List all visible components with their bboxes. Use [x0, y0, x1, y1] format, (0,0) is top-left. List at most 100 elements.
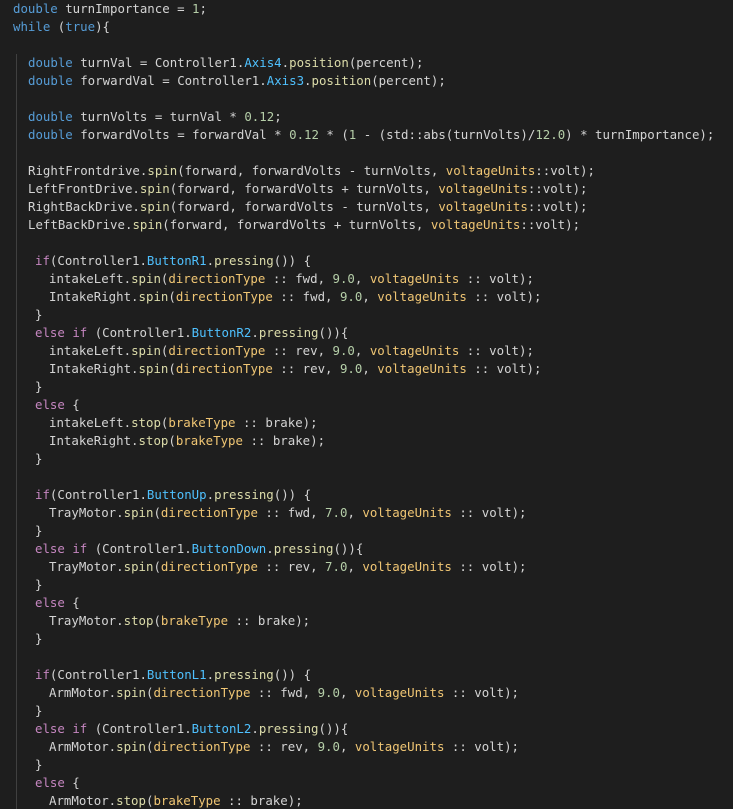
code-line[interactable]: } — [35, 630, 42, 648]
code-token: double — [13, 1, 58, 16]
code-token: :: fwd, — [265, 271, 333, 286]
code-line[interactable]: RightBackDrive.spin(forward, forwardVolt… — [28, 198, 588, 216]
code-token: voltageUnits — [362, 505, 452, 520]
code-token: . — [206, 667, 215, 682]
code-token: voltageUnits — [354, 739, 445, 754]
code-line[interactable]: intakeLeft.spin(directionType :: rev, 9.… — [49, 342, 534, 360]
code-line[interactable]: else if (Controller1.ButtonDown.pressing… — [35, 540, 363, 558]
code-line[interactable]: if(Controller1.ButtonUp.pressing()) { — [35, 486, 311, 504]
code-token: ()) { — [273, 253, 312, 268]
code-line[interactable]: } — [35, 306, 42, 324]
code-line[interactable]: else { — [35, 594, 80, 612]
code-token: :: brake); — [242, 433, 326, 448]
code-token: spin — [139, 199, 170, 214]
code-line[interactable]: TrayMotor.spin(directionType :: fwd, 7.0… — [49, 504, 527, 522]
code-editor[interactable]: double turnImportance = 1; while (true){ d… — [0, 0, 733, 809]
code-token: brakeType — [160, 613, 229, 628]
code-line[interactable]: ArmMotor.stop(brakeType :: brake); — [49, 792, 303, 809]
code-token: spin — [132, 217, 163, 232]
code-token: { — [64, 775, 80, 790]
code-token: ()) { — [273, 487, 312, 502]
code-token: ()) { — [273, 667, 312, 682]
code-line[interactable]: if(Controller1.ButtonR1.pressing()) { — [35, 252, 311, 270]
code-line[interactable]: } — [35, 756, 42, 774]
code-token: turnImportance = — [57, 1, 193, 16]
code-token: ButtonR2 — [191, 325, 252, 340]
code-line[interactable]: else { — [35, 774, 80, 792]
code-token: ()){ — [318, 721, 349, 736]
code-token: :: volt); — [451, 559, 527, 574]
code-token: ButtonUp — [146, 487, 207, 502]
code-token: TrayMotor. — [49, 613, 124, 628]
code-token: ()){ — [318, 325, 349, 340]
code-token: :: fwd, — [272, 289, 340, 304]
code-line[interactable]: while (true){ — [13, 18, 110, 36]
code-line[interactable]: LeftFrontDrive.spin(forward, forwardVolt… — [28, 180, 588, 198]
code-line[interactable]: TrayMotor.stop(brakeType :: brake); — [49, 612, 310, 630]
code-token: (Controller1. — [49, 667, 147, 682]
code-line[interactable]: double forwardVolts = forwardVal * 0.12 … — [28, 126, 714, 144]
code-line[interactable]: } — [35, 450, 42, 468]
code-token: Axis3 — [266, 73, 305, 88]
code-line[interactable]: double turnImportance = 1; — [13, 0, 207, 18]
code-token: brakeType — [168, 415, 236, 430]
code-token: LeftBackDrive. — [28, 217, 133, 232]
code-token: 9.0 — [339, 289, 363, 304]
code-token: :: rev, — [250, 739, 318, 754]
code-token: else — [35, 397, 65, 412]
code-token: turnVolts = turnVal * — [72, 109, 245, 124]
code-line[interactable]: IntakeRight.spin(directionType :: rev, 9… — [49, 360, 541, 378]
code-token: position — [311, 73, 372, 88]
code-token: (Controller1. — [87, 541, 192, 556]
code-line[interactable]: IntakeRight.stop(brakeType :: brake); — [49, 432, 325, 450]
code-token: , — [339, 739, 355, 754]
code-line[interactable]: TrayMotor.spin(directionType :: rev, 7.0… — [49, 558, 527, 576]
code-token: 7.0 — [325, 505, 348, 520]
code-token: voltageUnits — [438, 181, 528, 196]
code-token: else — [35, 775, 65, 790]
code-line[interactable]: double turnVolts = turnVal * 0.12; — [28, 108, 282, 126]
code-token: 9.0 — [317, 739, 340, 754]
code-token: IntakeRight. — [49, 433, 139, 448]
code-token: . — [266, 541, 274, 556]
code-token: . — [251, 325, 259, 340]
code-token: brakeType — [175, 433, 243, 448]
code-line[interactable]: } — [35, 378, 42, 396]
code-line[interactable]: else { — [35, 396, 80, 414]
code-token: directionType — [160, 559, 258, 574]
code-line[interactable]: } — [35, 702, 42, 720]
code-token: if — [72, 541, 88, 556]
code-token: { — [64, 397, 80, 412]
code-token: spin — [138, 289, 169, 304]
code-line[interactable]: } — [35, 576, 42, 594]
code-token: directionType — [168, 271, 266, 286]
code-token: double — [28, 73, 73, 88]
code-token: * ( — [318, 127, 349, 142]
code-token: Axis4 — [244, 55, 282, 70]
code-line[interactable]: else if (Controller1.ButtonL2.pressing()… — [35, 720, 348, 738]
code-line[interactable]: ArmMotor.spin(directionType :: rev, 9.0,… — [49, 738, 519, 756]
code-token: RightFrontdrive. — [28, 163, 148, 178]
code-token: directionType — [153, 739, 251, 754]
code-token: directionType — [175, 361, 273, 376]
code-line[interactable]: intakeLeft.spin(directionType :: fwd, 9.… — [49, 270, 534, 288]
code-line[interactable]: double forwardVal = Controller1.Axis3.po… — [28, 72, 446, 90]
code-line[interactable]: intakeLeft.stop(brakeType :: brake); — [49, 414, 318, 432]
code-line[interactable]: } — [35, 522, 42, 540]
code-token: ( — [168, 289, 176, 304]
code-line[interactable]: else if (Controller1.ButtonR2.pressing()… — [35, 324, 348, 342]
code-token: ()){ — [333, 541, 364, 556]
code-token: if — [72, 325, 88, 340]
code-token: ( — [168, 433, 176, 448]
code-token: spin — [123, 559, 154, 574]
code-line[interactable]: IntakeRight.spin(directionType :: fwd, 9… — [49, 288, 541, 306]
code-line[interactable]: double turnVal = Controller1.Axis4.posit… — [28, 54, 423, 72]
code-line[interactable]: LeftBackDrive.spin(forward, forwardVolts… — [28, 216, 580, 234]
code-token: (Controller1. — [87, 325, 192, 340]
code-token: ){ — [95, 19, 110, 34]
code-line[interactable]: ArmMotor.spin(directionType :: fwd, 9.0,… — [49, 684, 519, 702]
code-line[interactable]: RightFrontdrive.spin(forward, forwardVol… — [28, 162, 595, 180]
code-token: (Controller1. — [87, 721, 192, 736]
code-token: (Controller1. — [49, 487, 147, 502]
code-line[interactable]: if(Controller1.ButtonL1.pressing()) { — [35, 666, 311, 684]
